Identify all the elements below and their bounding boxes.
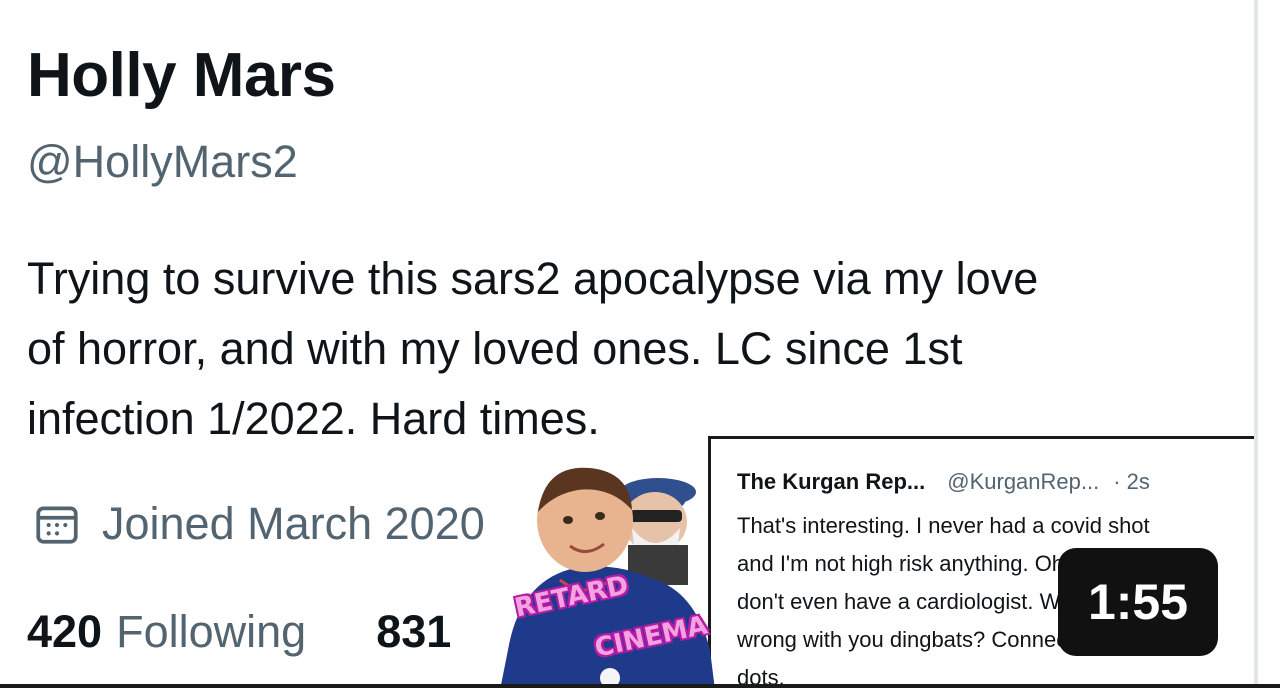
following-stat[interactable]: 420 Following	[27, 606, 306, 658]
profile-joined-date: Joined March 2020	[32, 498, 485, 550]
video-duration-badge: 1:55	[1058, 548, 1218, 656]
calendar-icon	[36, 506, 78, 544]
followers-count: 831	[376, 606, 452, 657]
reply-header: The Kurgan Rep... @KurganRep... · 2s	[737, 469, 1150, 495]
following-label: Following	[116, 606, 307, 657]
joined-text: Joined March 2020	[102, 498, 485, 549]
bio-line: Trying to survive this sars2 apocalypse …	[27, 253, 1039, 304]
followers-stat[interactable]: 831	[376, 606, 451, 658]
reply-author-handle: @KurganRep...	[947, 469, 1100, 494]
reply-timestamp: · 2s	[1113, 469, 1150, 494]
profile-handle: @HollyMars2	[27, 136, 298, 187]
video-thumbnail[interactable]: Holly Mars @HollyMars2 Trying to survive…	[0, 0, 1280, 688]
bio-line: of horror, and with my loved ones. LC si…	[27, 323, 963, 374]
profile-display-name: Holly Mars	[27, 41, 336, 110]
profile-bio: Trying to survive this sars2 apocalypse …	[27, 244, 1247, 454]
bottom-border	[0, 684, 1280, 688]
following-count: 420	[27, 606, 103, 657]
reply-line: That's interesting. I never had a covid …	[737, 513, 1150, 538]
right-border	[1254, 0, 1258, 688]
person-sticker: RETARD CINEMA	[490, 450, 740, 688]
profile-stats: 420 Following 831	[27, 606, 451, 658]
reply-author-name: The Kurgan Rep...	[737, 469, 926, 494]
